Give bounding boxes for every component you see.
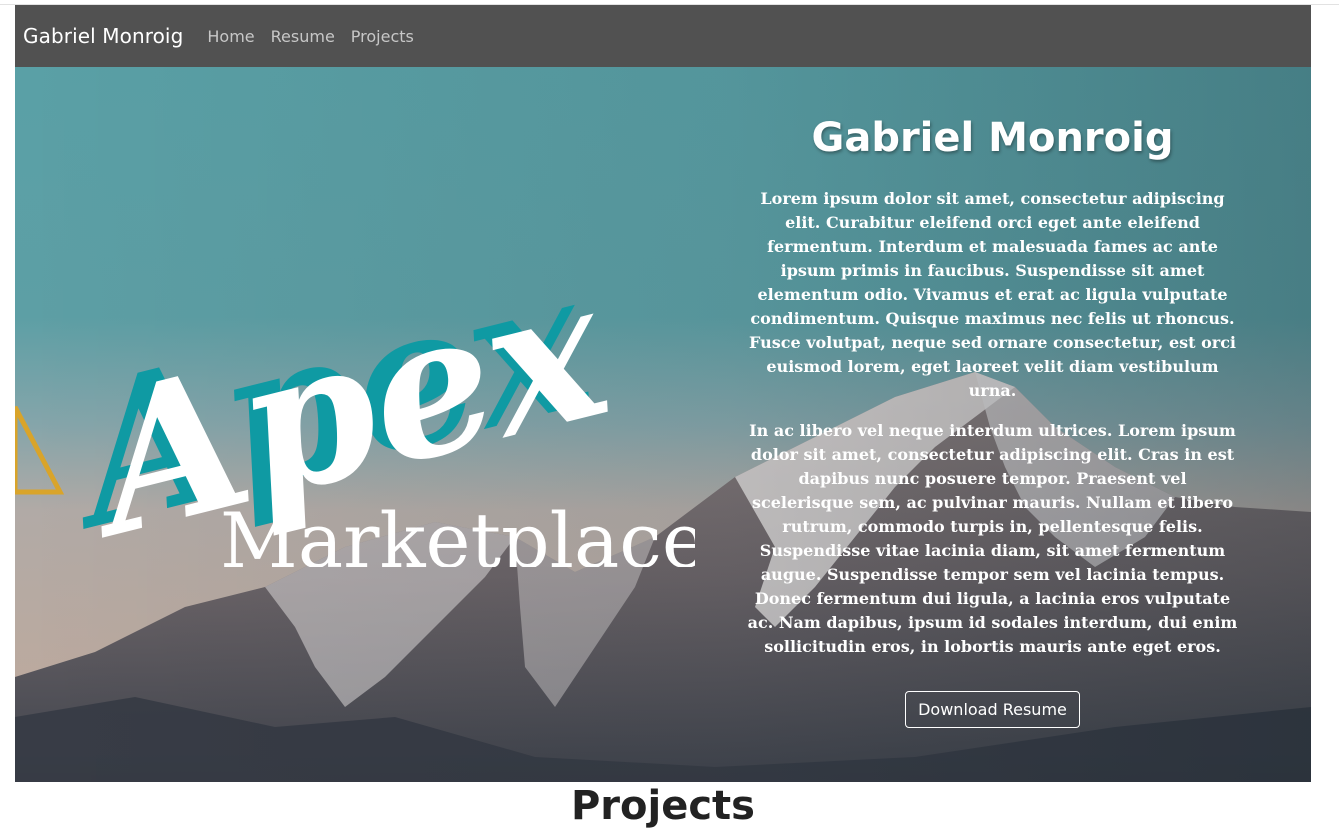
hero-paragraph-2: In ac libero vel neque interdum ultrices… xyxy=(747,421,1238,656)
hero-section: Apex Apex Marketplace Gabriel Monroig Lo… xyxy=(15,67,1311,782)
navbar-brand[interactable]: Gabriel Monroig xyxy=(23,24,183,48)
logo-marketplace-text: Marketplace xyxy=(220,496,695,567)
nav-link-home[interactable]: Home xyxy=(207,27,254,46)
logo-triangle xyxy=(15,405,65,495)
page-container: Gabriel Monroig Home Resume Projects Ape… xyxy=(15,5,1311,782)
apex-marketplace-logo: Apex Apex Marketplace xyxy=(15,277,695,567)
nav-link-projects[interactable]: Projects xyxy=(351,27,414,46)
navbar: Gabriel Monroig Home Resume Projects xyxy=(15,5,1311,67)
hero-paragraph-1: Lorem ipsum dolor sit amet, consectetur … xyxy=(748,189,1237,400)
hero-content: Gabriel Monroig Lorem ipsum dolor sit am… xyxy=(745,115,1240,728)
hero-title: Gabriel Monroig xyxy=(811,115,1174,161)
projects-heading: Projects xyxy=(570,783,755,829)
download-resume-button[interactable]: Download Resume xyxy=(905,691,1080,728)
nav-link-resume[interactable]: Resume xyxy=(271,27,335,46)
